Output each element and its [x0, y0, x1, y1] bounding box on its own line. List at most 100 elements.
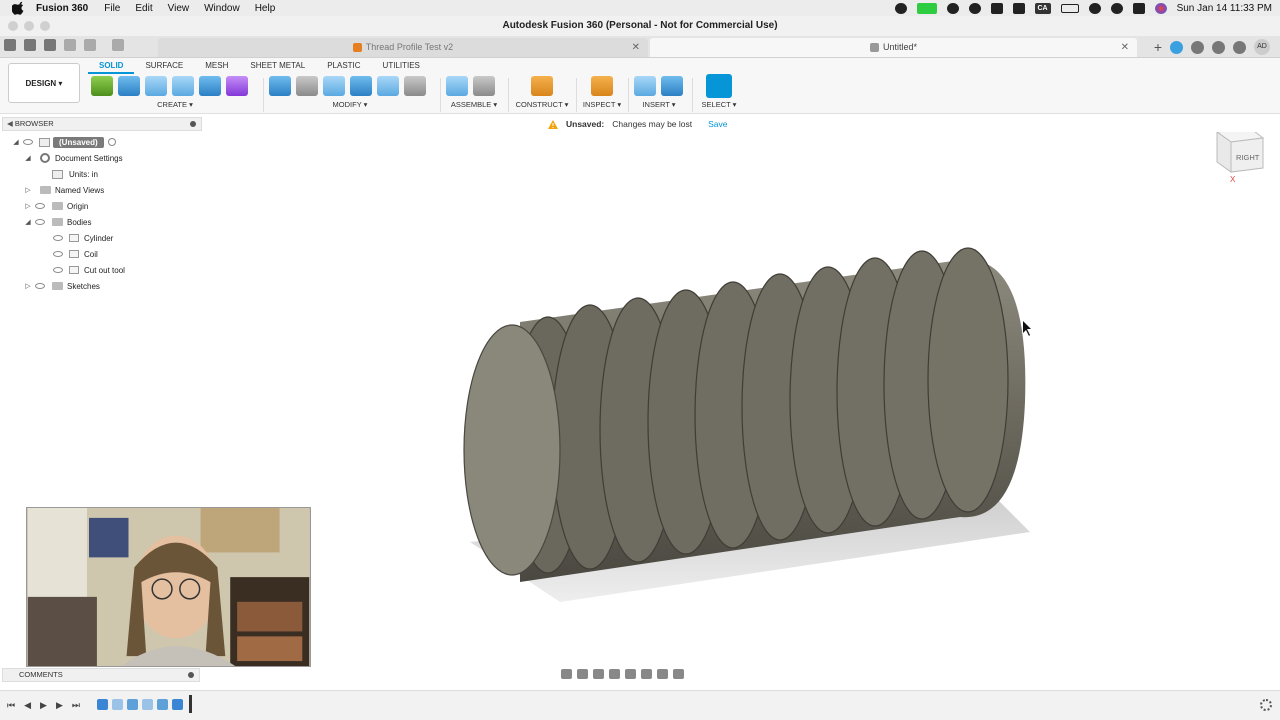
tab-thread-profile-test[interactable]: Thread Profile Test v2 ✕ — [158, 38, 648, 57]
joint-icon[interactable] — [473, 76, 495, 96]
chamfer-icon[interactable] — [323, 76, 345, 96]
look-at-icon[interactable] — [577, 669, 588, 679]
cylinder-end-face[interactable] — [463, 324, 561, 576]
timeline-feature-coil-icon[interactable] — [127, 699, 138, 710]
job-status-icon[interactable] — [1191, 40, 1204, 54]
revolve-icon[interactable] — [145, 76, 167, 96]
facetime-icon[interactable] — [916, 2, 937, 14]
new-component-icon[interactable] — [446, 76, 468, 96]
record-icon[interactable] — [894, 2, 907, 14]
menu-file[interactable]: File — [104, 3, 120, 14]
modify-menu[interactable]: MODIFY ▾ — [269, 100, 431, 109]
timeline-feature-combine-icon[interactable] — [172, 699, 183, 710]
home-icon[interactable] — [112, 39, 124, 51]
hole-icon[interactable] — [172, 76, 194, 96]
pattern-icon[interactable] — [199, 76, 221, 96]
grid-settings-icon[interactable] — [657, 669, 668, 679]
measure-icon[interactable] — [591, 76, 613, 96]
undo-icon[interactable] — [64, 39, 76, 51]
minimize-window-button[interactable] — [24, 21, 34, 31]
press-pull-icon[interactable] — [269, 76, 291, 96]
account-avatar[interactable]: AD — [1254, 39, 1270, 55]
close-window-button[interactable] — [8, 21, 18, 31]
comments-toggle-icon[interactable] — [188, 672, 194, 678]
shell-icon[interactable] — [377, 76, 399, 96]
battery-icon[interactable] — [1060, 3, 1079, 13]
timeline-settings-gear-icon[interactable] — [1260, 699, 1272, 711]
orbit-icon[interactable] — [561, 669, 572, 679]
tab-utilities[interactable]: UTILITIES — [372, 59, 431, 74]
create-sketch-icon[interactable] — [91, 76, 113, 96]
insert-derive-icon[interactable] — [634, 76, 656, 96]
save-icon[interactable] — [44, 39, 56, 51]
new-tab-icon[interactable]: + — [1154, 39, 1162, 55]
menu-window[interactable]: Window — [204, 3, 240, 14]
create-menu[interactable]: CREATE ▾ — [91, 100, 259, 109]
tab-sheet-metal[interactable]: SHEET METAL — [239, 59, 316, 74]
pan-icon[interactable] — [593, 669, 604, 679]
construct-menu[interactable]: CONSTRUCT ▾ — [514, 100, 570, 109]
zoom-icon[interactable] — [609, 669, 620, 679]
timeline-feature-extrude-icon[interactable] — [142, 699, 153, 710]
input-source-badge[interactable]: CA — [1034, 2, 1051, 14]
view-cube[interactable]: Z RIGHT X — [1215, 132, 1265, 184]
menu-edit[interactable]: Edit — [135, 3, 152, 14]
select-menu[interactable]: SELECT ▾ — [700, 100, 738, 109]
close-tab-icon[interactable]: ✕ — [1121, 38, 1129, 57]
comments-panel-header[interactable]: COMMENTS — [2, 668, 200, 682]
workspace-switcher[interactable]: DESIGN ▾ — [8, 63, 80, 103]
play-icon[interactable]: ▶ — [40, 700, 47, 711]
airdrop-icon[interactable] — [990, 2, 1003, 14]
audio-icon[interactable] — [946, 2, 959, 14]
form-icon[interactable] — [226, 76, 248, 96]
step-back-icon[interactable]: ◀ — [24, 700, 31, 711]
timeline-marker[interactable] — [189, 695, 192, 713]
app-menu[interactable]: Fusion 360 — [36, 3, 88, 14]
close-tab-icon[interactable]: ✕ — [632, 38, 640, 57]
tab-mesh[interactable]: MESH — [194, 59, 239, 74]
car-icon[interactable] — [1012, 2, 1025, 14]
wifi-icon[interactable] — [1088, 2, 1101, 14]
data-panel-grid-icon[interactable] — [4, 39, 16, 51]
fillet-icon[interactable] — [296, 76, 318, 96]
insert-menu[interactable]: INSERT ▾ — [634, 100, 684, 109]
help-icon[interactable] — [1233, 40, 1246, 54]
menu-view[interactable]: View — [168, 3, 190, 14]
combine-icon[interactable] — [350, 76, 372, 96]
step-forward-icon[interactable]: ▶ — [56, 700, 63, 711]
move-icon[interactable] — [404, 76, 426, 96]
select-icon[interactable] — [706, 74, 732, 98]
browser-panel-header[interactable]: ◀ BROWSER — [2, 117, 202, 131]
insert-canvas-icon[interactable] — [661, 76, 683, 96]
timeline-feature-body-icon[interactable] — [97, 699, 108, 710]
inspect-menu[interactable]: INSPECT ▾ — [582, 100, 622, 109]
spotlight-search-icon[interactable] — [1110, 2, 1123, 14]
display-settings-icon[interactable] — [641, 669, 652, 679]
tab-surface[interactable]: SURFACE — [134, 59, 194, 74]
assemble-menu[interactable]: ASSEMBLE ▾ — [446, 100, 502, 109]
apple-logo-icon[interactable] — [12, 1, 26, 15]
zoom-window-button[interactable] — [40, 21, 50, 31]
tab-solid[interactable]: SOLID — [88, 59, 135, 74]
timeline-feature-sketch-icon[interactable] — [112, 699, 123, 710]
notifications-icon[interactable] — [1212, 40, 1225, 54]
pin-icon[interactable] — [190, 121, 196, 127]
redo-icon[interactable] — [84, 39, 96, 51]
tab-plastic[interactable]: PLASTIC — [316, 59, 371, 74]
control-center-icon[interactable] — [1132, 2, 1145, 14]
extrude-icon[interactable] — [118, 76, 140, 96]
menu-help[interactable]: Help — [255, 3, 276, 14]
timeline-feature-revolve-icon[interactable] — [157, 699, 168, 710]
collapse-browser-icon[interactable]: ◀ — [7, 119, 15, 128]
go-to-start-icon[interactable]: ⏮ — [7, 700, 15, 711]
save-link[interactable]: Save — [708, 119, 727, 129]
menubar-clock[interactable]: Sun Jan 14 11:33 PM — [1177, 3, 1272, 14]
extensions-icon[interactable] — [1170, 40, 1183, 54]
grammarly-icon[interactable] — [968, 2, 981, 14]
fit-icon[interactable] — [625, 669, 636, 679]
offset-plane-icon[interactable] — [531, 76, 553, 96]
viewports-icon[interactable] — [673, 669, 684, 679]
go-to-end-icon[interactable]: ⏭ — [72, 700, 80, 711]
siri-icon[interactable] — [1154, 2, 1167, 14]
tab-untitled[interactable]: Untitled* ✕ — [650, 38, 1137, 57]
